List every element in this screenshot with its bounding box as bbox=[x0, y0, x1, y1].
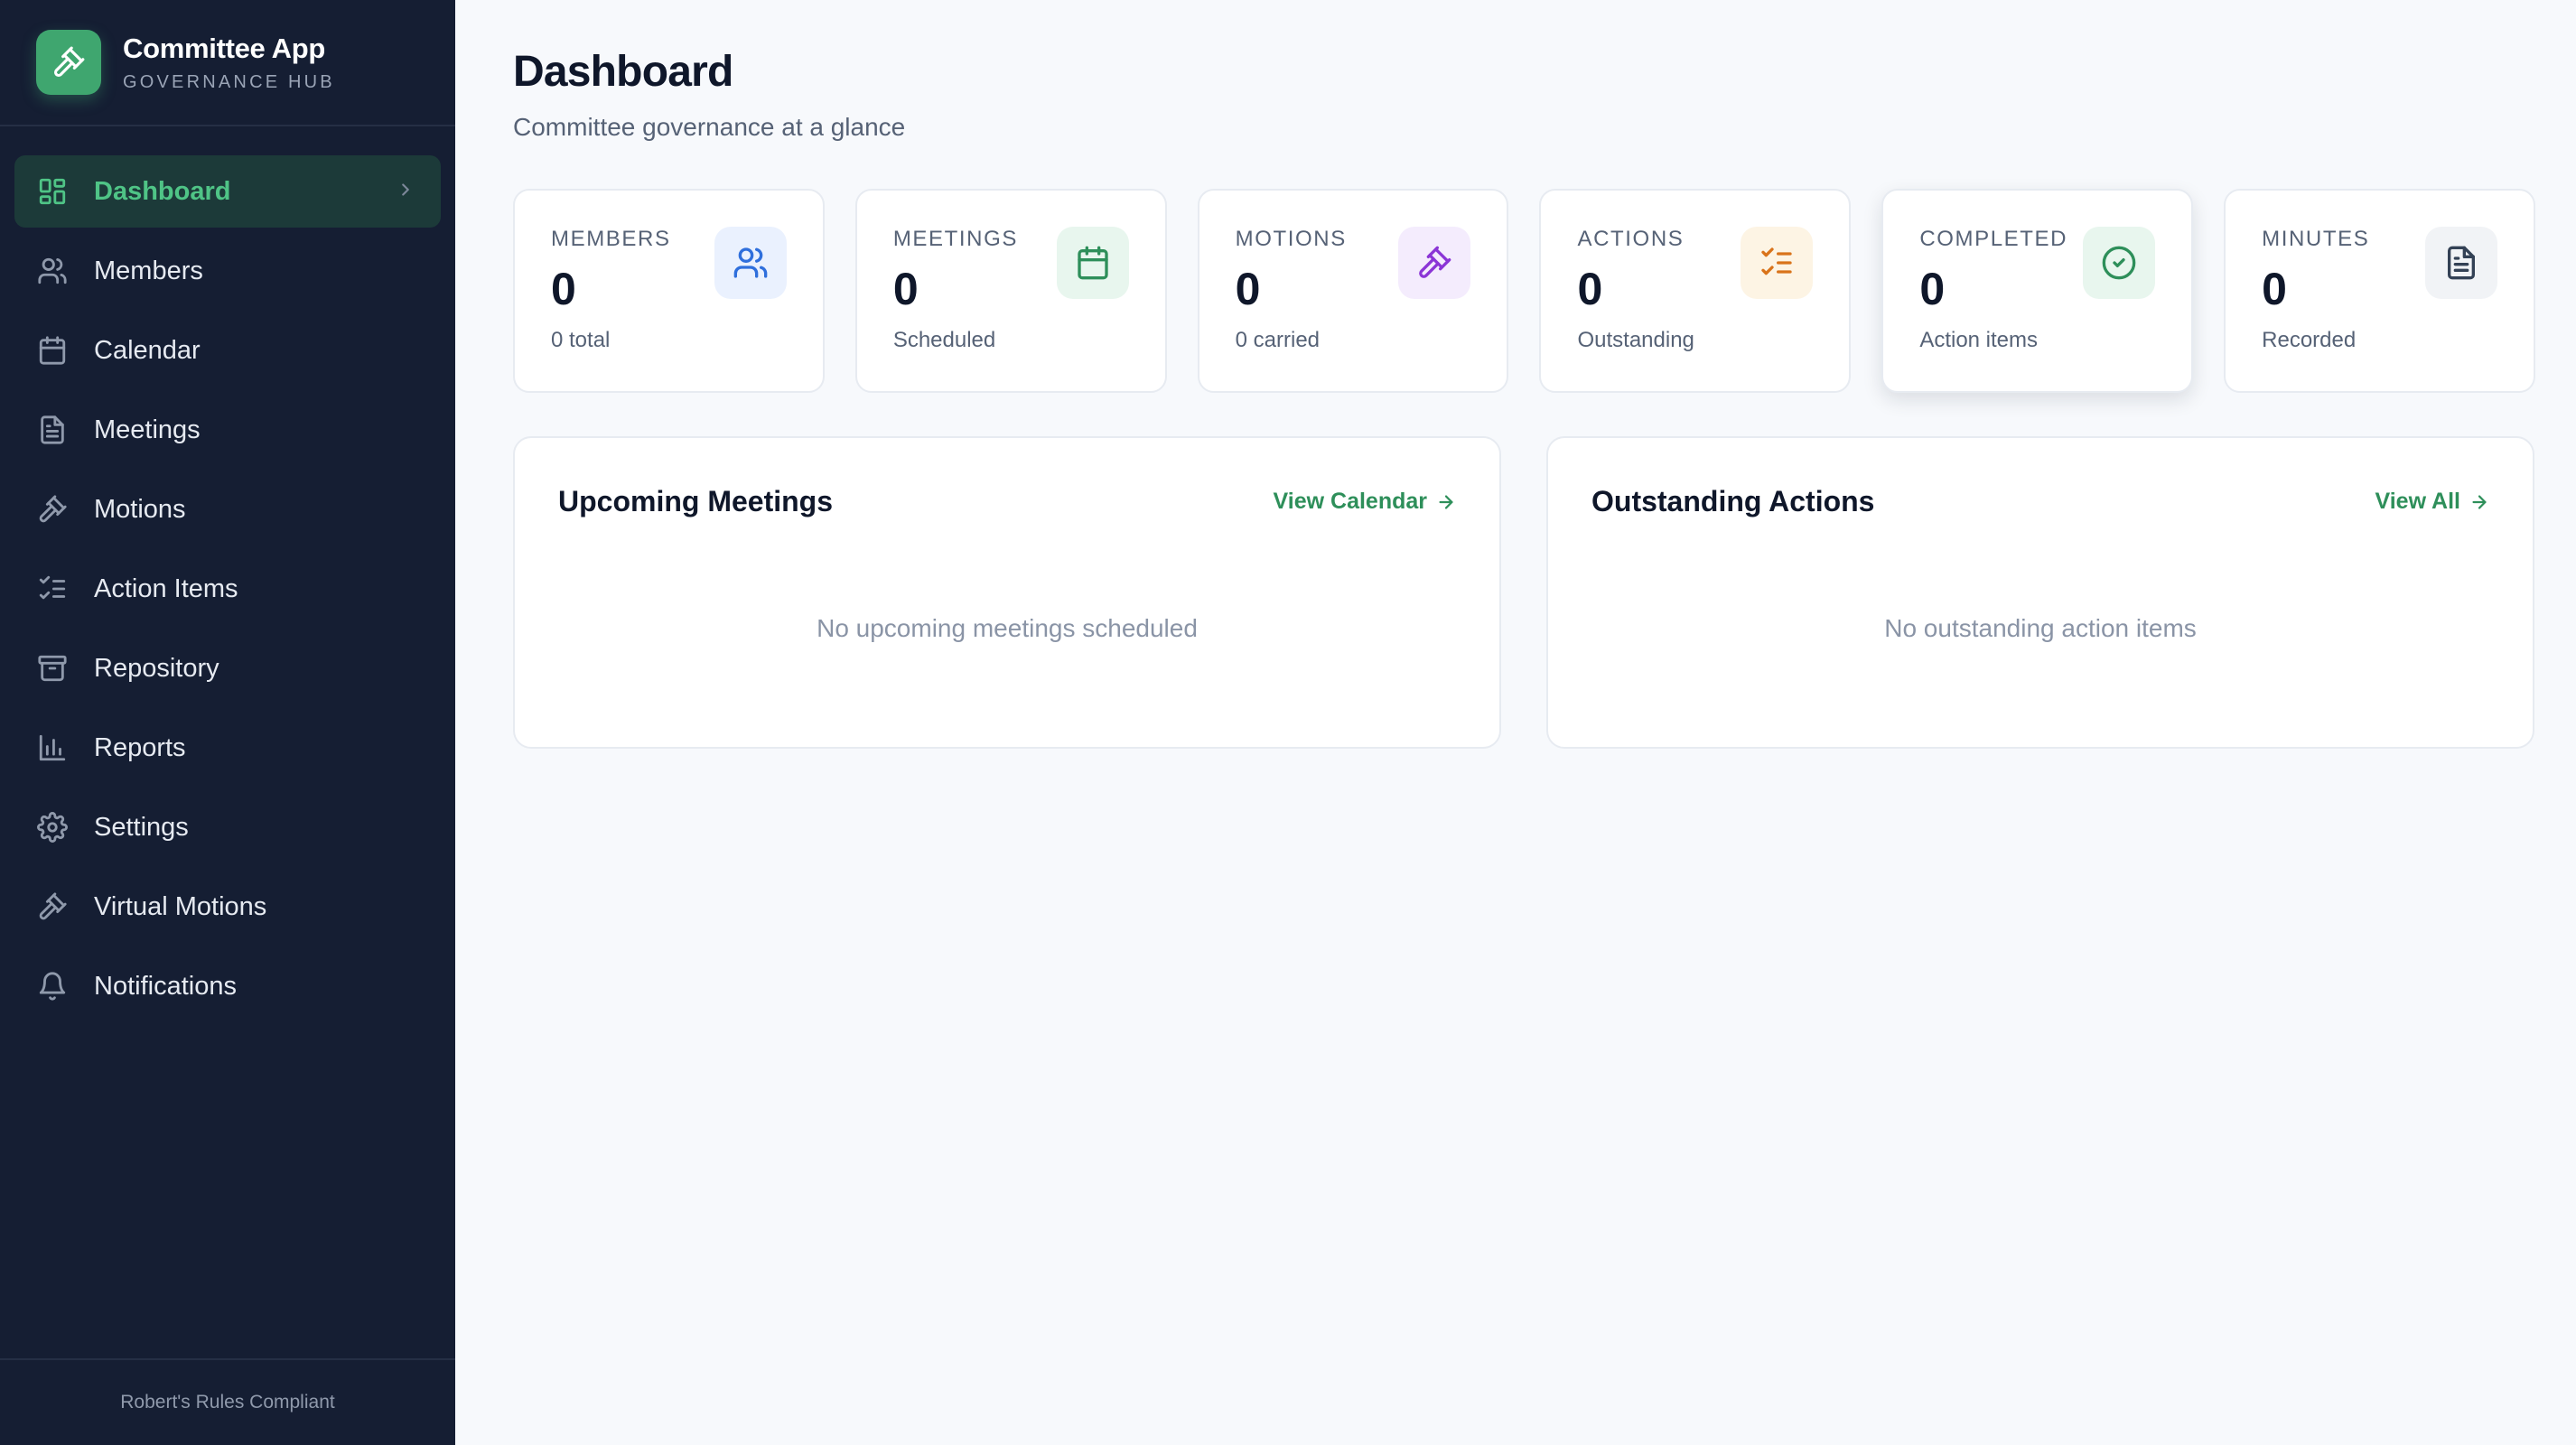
empty-state: No outstanding action items bbox=[1884, 614, 2197, 642]
gavel-icon bbox=[36, 890, 69, 923]
sidebar-item-label: Action Items bbox=[94, 573, 238, 603]
sidebar-item-notifications[interactable]: Notifications bbox=[14, 950, 441, 1022]
link-label: View All bbox=[2375, 489, 2460, 514]
sidebar-nav: Dashboard Members Calendar Meetings Moti… bbox=[0, 126, 455, 1358]
document-icon bbox=[2424, 227, 2497, 299]
arrow-right-icon bbox=[2472, 494, 2487, 509]
stat-card-members[interactable]: MEMBERS 0 0 total bbox=[513, 189, 825, 393]
main-content: Dashboard Committee governance at a glan… bbox=[455, 0, 2576, 1445]
sidebar-item-label: Dashboard bbox=[94, 176, 231, 206]
arrow-right-icon bbox=[1439, 494, 1453, 509]
sidebar-item-calendar[interactable]: Calendar bbox=[14, 314, 441, 387]
app-subtitle: GOVERNANCE HUB bbox=[123, 71, 335, 92]
sidebar-item-label: Members bbox=[94, 256, 203, 285]
empty-state: No upcoming meetings scheduled bbox=[817, 614, 1198, 642]
stat-card-completed[interactable]: COMPLETED 0 Action items bbox=[1881, 189, 2194, 393]
app-title: Committee App bbox=[123, 32, 326, 64]
panels-row: Upcoming Meetings View Calendar No upcom… bbox=[513, 436, 2535, 749]
page-title: Dashboard bbox=[513, 48, 733, 96]
users-icon bbox=[714, 227, 787, 299]
document-icon bbox=[36, 414, 69, 446]
view-calendar-link[interactable]: View Calendar bbox=[1274, 489, 1456, 515]
stat-note: 0 carried bbox=[1235, 328, 1321, 352]
gavel-logo-icon[interactable] bbox=[36, 30, 101, 95]
stat-note: Recorded bbox=[2262, 328, 2357, 352]
stat-note: Scheduled bbox=[892, 328, 996, 352]
sidebar-item-repository[interactable]: Repository bbox=[14, 632, 441, 704]
sidebar-item-label: Virtual Motions bbox=[94, 891, 267, 921]
check-circle-icon bbox=[2083, 227, 2156, 299]
sidebar-item-label: Settings bbox=[94, 812, 189, 842]
gavel-icon bbox=[1398, 227, 1471, 299]
gavel-icon bbox=[36, 493, 69, 526]
stat-card-actions[interactable]: ACTIONS 0 Outstanding bbox=[1539, 189, 1852, 393]
sidebar-item-label: Reports bbox=[94, 732, 186, 762]
sidebar-item-label: Notifications bbox=[94, 971, 237, 1001]
sidebar-item-settings[interactable]: Settings bbox=[14, 791, 441, 863]
grid-icon bbox=[36, 175, 69, 208]
checklist-icon bbox=[1741, 227, 1814, 299]
sidebar-item-meetings[interactable]: Meetings bbox=[14, 394, 441, 466]
bell-icon bbox=[36, 970, 69, 1002]
chevron-right-icon bbox=[396, 177, 415, 207]
stat-card-motions[interactable]: MOTIONS 0 0 carried bbox=[1197, 189, 1509, 393]
stat-note: 0 total bbox=[551, 328, 611, 352]
brand-header: Committee App GOVERNANCE HUB bbox=[0, 0, 455, 126]
panel-title: Upcoming Meetings bbox=[558, 485, 834, 517]
sidebar-item-dashboard[interactable]: Dashboard bbox=[14, 155, 441, 228]
page-subtitle: Committee governance at a glance bbox=[513, 113, 906, 141]
link-label: View Calendar bbox=[1273, 489, 1427, 514]
archive-icon bbox=[36, 652, 69, 685]
sidebar-item-label: Meetings bbox=[94, 415, 201, 444]
stats-row: MEMBERS 0 0 total MEETINGS 0 Scheduled M… bbox=[513, 189, 2535, 393]
sidebar-footer: Robert's Rules Compliant bbox=[0, 1358, 455, 1445]
sidebar-item-members[interactable]: Members bbox=[14, 235, 441, 307]
calendar-icon bbox=[1056, 227, 1129, 299]
sidebar-item-motions[interactable]: Motions bbox=[14, 473, 441, 545]
stat-note: Outstanding bbox=[1577, 328, 1694, 352]
sidebar-item-action-items[interactable]: Action Items bbox=[14, 553, 441, 625]
sidebar-item-label: Motions bbox=[94, 494, 186, 524]
sidebar-item-label: Repository bbox=[94, 653, 219, 683]
stat-card-meetings[interactable]: MEETINGS 0 Scheduled bbox=[854, 189, 1167, 393]
outstanding-actions-panel: Outstanding Actions View All No outstand… bbox=[1546, 436, 2534, 749]
sidebar-item-virtual-motions[interactable]: Virtual Motions bbox=[14, 871, 441, 943]
sidebar: Committee App GOVERNANCE HUB Dashboard M… bbox=[0, 0, 455, 1445]
stat-card-minutes[interactable]: MINUTES 0 Recorded bbox=[2224, 189, 2535, 393]
upcoming-meetings-panel: Upcoming Meetings View Calendar No upcom… bbox=[513, 436, 1501, 749]
gear-icon bbox=[36, 811, 69, 844]
bar-chart-icon bbox=[36, 732, 69, 764]
checklist-icon bbox=[36, 573, 69, 605]
users-icon bbox=[36, 255, 69, 287]
sidebar-item-label: Calendar bbox=[94, 335, 201, 365]
stat-note: Action items bbox=[1919, 328, 2039, 352]
panel-title: Outstanding Actions bbox=[1591, 485, 1875, 517]
view-all-link[interactable]: View All bbox=[2375, 489, 2489, 515]
sidebar-item-reports[interactable]: Reports bbox=[14, 712, 441, 784]
calendar-icon bbox=[36, 334, 69, 367]
